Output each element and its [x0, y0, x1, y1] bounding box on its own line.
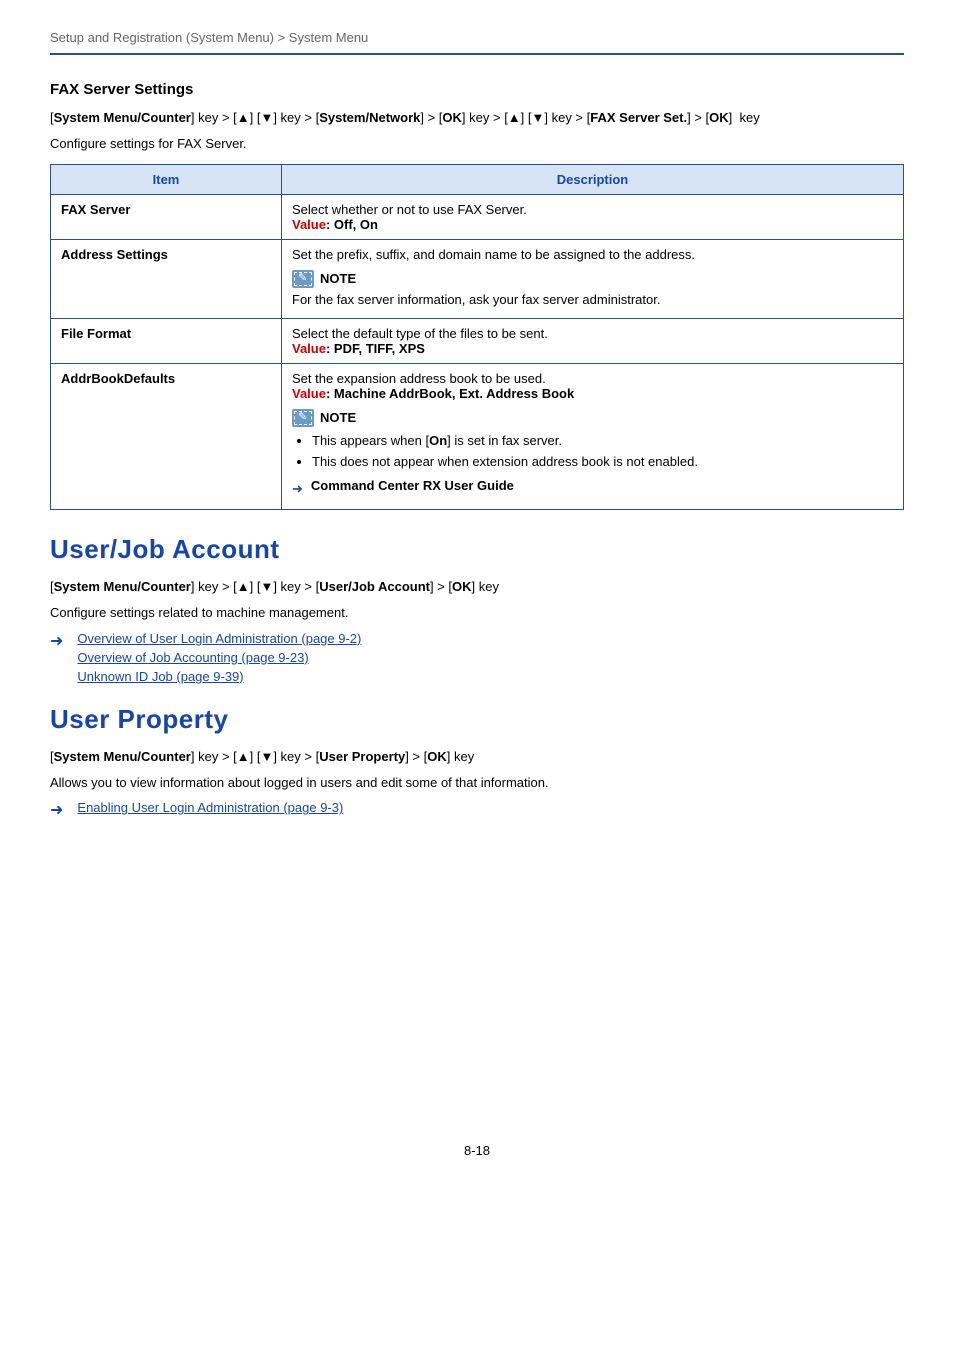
item-address-settings: Address Settings	[51, 239, 282, 318]
key-ok: OK	[442, 110, 462, 125]
table-row: File Format Select the default type of t…	[51, 318, 904, 363]
bullet1-post: ] is set in fax server.	[447, 433, 562, 448]
arrow-icon: ➜	[50, 631, 63, 684]
bullet1-pre: This appears when [	[312, 433, 429, 448]
desc-text: Set the expansion address book to be use…	[292, 371, 893, 386]
arrow-icon: ➜	[50, 800, 63, 822]
table-row: FAX Server Select whether or not to use …	[51, 194, 904, 239]
link-unknown-id-job[interactable]: Unknown ID Job (page 9-39)	[77, 669, 361, 684]
desc-address-settings: Set the prefix, suffix, and domain name …	[282, 239, 904, 318]
value-body: : PDF, TIFF, XPS	[326, 341, 425, 356]
user-job-account-heading: User/Job Account	[50, 534, 904, 565]
note-icon	[292, 270, 314, 288]
col-header-item: Item	[51, 164, 282, 194]
item-fax-server: FAX Server	[51, 194, 282, 239]
item-file-format: File Format	[51, 318, 282, 363]
link-overview-user-login-admin[interactable]: Overview of User Login Administration (p…	[77, 631, 361, 646]
item-addrbook-defaults: AddrBookDefaults	[51, 363, 282, 510]
fax-settings-table: Item Description FAX Server Select wheth…	[50, 164, 904, 511]
breadcrumb: Setup and Registration (System Menu) > S…	[50, 30, 904, 53]
userjob-intro: Configure settings related to machine ma…	[50, 603, 904, 623]
value-label: Value	[292, 386, 326, 401]
note-label: NOTE	[320, 271, 356, 286]
fax-path: [System Menu/Counter] key > [▲] [▼] key …	[50, 108, 904, 128]
link-enabling-user-login-admin[interactable]: Enabling User Login Administration (page…	[77, 800, 343, 815]
note-bullet-1: This appears when [On] is set in fax ser…	[312, 431, 893, 451]
bullet1-bold: On	[429, 433, 447, 448]
header-rule	[50, 53, 904, 55]
user-property-heading: User Property	[50, 704, 904, 735]
key-system-network: System/Network	[319, 110, 420, 125]
key-ok-2: OK	[709, 110, 729, 125]
note-text: For the fax server information, ask your…	[292, 292, 893, 307]
fax-intro: Configure settings for FAX Server.	[50, 134, 904, 154]
userprop-path: [System Menu/Counter] key > [▲] [▼] key …	[50, 747, 904, 767]
ref-command-center-guide: Command Center RX User Guide	[311, 478, 514, 493]
note-label: NOTE	[320, 410, 356, 425]
fax-server-settings-heading: FAX Server Settings	[50, 81, 904, 98]
link-overview-job-accounting[interactable]: Overview of Job Accounting (page 9-23)	[77, 650, 361, 665]
table-row: AddrBookDefaults Set the expansion addre…	[51, 363, 904, 510]
userjob-path: [System Menu/Counter] key > [▲] [▼] key …	[50, 577, 904, 597]
desc-addrbook-defaults: Set the expansion address book to be use…	[282, 363, 904, 510]
desc-text: Set the prefix, suffix, and domain name …	[292, 247, 893, 262]
value-label: Value	[292, 217, 326, 232]
value-body: : Off, On	[326, 217, 378, 232]
col-header-description: Description	[282, 164, 904, 194]
desc-fax-server: Select whether or not to use FAX Server.…	[282, 194, 904, 239]
note-bullet-2: This does not appear when extension addr…	[312, 452, 893, 472]
table-row: Address Settings Set the prefix, suffix,…	[51, 239, 904, 318]
page-number: 8-18	[50, 1143, 904, 1188]
desc-text: Select whether or not to use FAX Server.	[292, 202, 893, 217]
key-system-menu-counter: System Menu/Counter	[54, 110, 191, 125]
key-fax-server-set: FAX Server Set.	[590, 110, 687, 125]
desc-file-format: Select the default type of the files to …	[282, 318, 904, 363]
desc-text: Select the default type of the files to …	[292, 326, 893, 341]
note-icon	[292, 409, 314, 427]
value-label: Value	[292, 341, 326, 356]
value-body: : Machine AddrBook, Ext. Address Book	[326, 386, 574, 401]
userprop-intro: Allows you to view information about log…	[50, 773, 904, 793]
arrow-icon: ➜	[292, 479, 303, 499]
